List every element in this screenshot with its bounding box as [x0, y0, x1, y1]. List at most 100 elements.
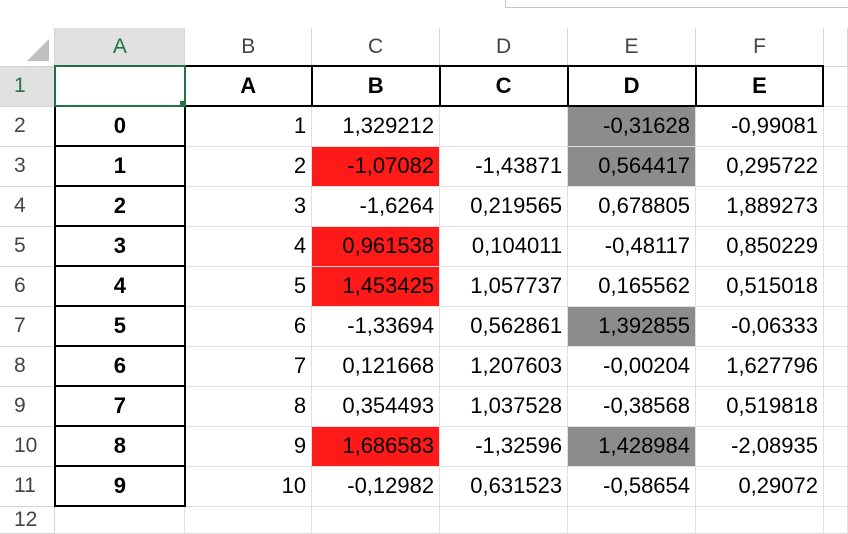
- index-cell[interactable]: 8: [53, 425, 186, 467]
- cell[interactable]: [823, 266, 848, 307]
- row-header[interactable]: 3: [0, 146, 56, 187]
- cell[interactable]: [439, 106, 569, 147]
- cell[interactable]: [823, 186, 848, 227]
- row-header-partial[interactable]: 12: [0, 506, 56, 534]
- row-header[interactable]: 8: [0, 346, 56, 387]
- cell[interactable]: 0,295722: [695, 146, 824, 187]
- column-header-g[interactable]: [823, 28, 848, 67]
- select-all-button[interactable]: [0, 28, 56, 67]
- cell[interactable]: 0,515018: [695, 266, 824, 307]
- cell[interactable]: 3: [184, 186, 313, 227]
- cell[interactable]: -1,32596: [439, 426, 569, 467]
- index-cell[interactable]: 4: [53, 265, 186, 307]
- index-cell[interactable]: 0: [53, 105, 186, 147]
- cell[interactable]: 8: [184, 386, 313, 427]
- cell[interactable]: 5: [184, 266, 313, 307]
- cell[interactable]: -0,06333: [695, 306, 824, 347]
- cell[interactable]: 0,631523: [439, 466, 569, 507]
- header-cell[interactable]: D: [566, 65, 697, 107]
- row-header[interactable]: 7: [0, 306, 56, 347]
- cell[interactable]: 0,678805: [567, 186, 697, 227]
- index-cell[interactable]: 9: [53, 465, 186, 507]
- index-cell[interactable]: 3: [53, 225, 186, 267]
- cell-highlight-gray[interactable]: 1,392855: [567, 306, 697, 347]
- cell[interactable]: -0,99081: [695, 106, 824, 147]
- formula-bar[interactable]: [505, 0, 848, 8]
- cell[interactable]: 0,165562: [567, 266, 697, 307]
- cell[interactable]: [311, 506, 441, 534]
- row-header[interactable]: 2: [0, 106, 56, 147]
- cell-highlight-gray[interactable]: -0,31628: [567, 106, 697, 147]
- cell[interactable]: -0,58654: [567, 466, 697, 507]
- cell[interactable]: 9: [184, 426, 313, 467]
- cell[interactable]: [823, 346, 848, 387]
- index-cell[interactable]: 6: [53, 345, 186, 387]
- cell[interactable]: [823, 466, 848, 507]
- row-header[interactable]: 6: [0, 266, 56, 307]
- cell[interactable]: 2: [184, 146, 313, 187]
- cell[interactable]: [823, 306, 848, 347]
- cell[interactable]: -0,38568: [567, 386, 697, 427]
- cell[interactable]: 1,207603: [439, 346, 569, 387]
- cell[interactable]: [823, 426, 848, 467]
- cell[interactable]: 0,519818: [695, 386, 824, 427]
- header-cell[interactable]: A: [183, 65, 313, 107]
- cell[interactable]: 1: [184, 106, 313, 147]
- cell[interactable]: -1,6264: [311, 186, 441, 227]
- cell[interactable]: -0,00204: [567, 346, 697, 387]
- cell[interactable]: 1,889273: [695, 186, 824, 227]
- column-header-a[interactable]: A: [54, 28, 186, 67]
- row-header[interactable]: 10: [0, 426, 56, 467]
- cell[interactable]: 7: [184, 346, 313, 387]
- cell-highlight-gray[interactable]: 1,428984: [567, 426, 697, 467]
- cell[interactable]: [823, 226, 848, 267]
- column-header-d[interactable]: D: [439, 28, 569, 67]
- index-cell[interactable]: 2: [53, 185, 186, 227]
- cell[interactable]: 1,627796: [695, 346, 824, 387]
- cell[interactable]: 1,057737: [439, 266, 569, 307]
- cell[interactable]: 0,562861: [439, 306, 569, 347]
- cell[interactable]: -0,12982: [311, 466, 441, 507]
- row-header[interactable]: 9: [0, 386, 56, 427]
- cell[interactable]: 1,329212: [311, 106, 441, 147]
- header-cell[interactable]: B: [310, 65, 441, 107]
- cell[interactable]: [54, 506, 186, 534]
- cell[interactable]: 0,104011: [439, 226, 569, 267]
- row-header[interactable]: 5: [0, 226, 56, 267]
- column-header-f[interactable]: F: [695, 28, 824, 67]
- cell[interactable]: [823, 146, 848, 187]
- header-cell[interactable]: C: [438, 65, 569, 107]
- cell[interactable]: 0,850229: [695, 226, 824, 267]
- cell[interactable]: 0,29072: [695, 466, 824, 507]
- fill-handle[interactable]: [178, 100, 183, 104]
- cell-highlight-red[interactable]: -1,07082: [311, 146, 441, 187]
- cell[interactable]: 0,219565: [439, 186, 569, 227]
- cell[interactable]: [567, 506, 697, 534]
- selected-cell[interactable]: [53, 65, 186, 107]
- cell[interactable]: 0,121668: [311, 346, 441, 387]
- row-header[interactable]: 11: [0, 466, 56, 507]
- cell[interactable]: [823, 106, 848, 147]
- cell[interactable]: 0,354493: [311, 386, 441, 427]
- cell[interactable]: 1,037528: [439, 386, 569, 427]
- cell[interactable]: [184, 506, 313, 534]
- cell-highlight-gray[interactable]: 0,564417: [567, 146, 697, 187]
- cell[interactable]: -1,33694: [311, 306, 441, 347]
- cell[interactable]: 4: [184, 226, 313, 267]
- cell-highlight-red[interactable]: 1,686583: [311, 426, 441, 467]
- column-header-c[interactable]: C: [311, 28, 441, 67]
- index-cell[interactable]: 1: [53, 145, 186, 187]
- cell[interactable]: -2,08935: [695, 426, 824, 467]
- cell[interactable]: -0,48117: [567, 226, 697, 267]
- column-header-b[interactable]: B: [184, 28, 313, 67]
- cell[interactable]: [823, 66, 848, 107]
- cell[interactable]: -1,43871: [439, 146, 569, 187]
- row-header[interactable]: 1: [0, 66, 56, 107]
- header-cell[interactable]: E: [694, 65, 825, 107]
- column-header-e[interactable]: E: [567, 28, 697, 67]
- cell[interactable]: 10: [184, 466, 313, 507]
- index-cell[interactable]: 5: [53, 305, 186, 347]
- cell[interactable]: [823, 506, 848, 534]
- cell-highlight-red[interactable]: 1,453425: [311, 266, 441, 307]
- cell[interactable]: 6: [184, 306, 313, 347]
